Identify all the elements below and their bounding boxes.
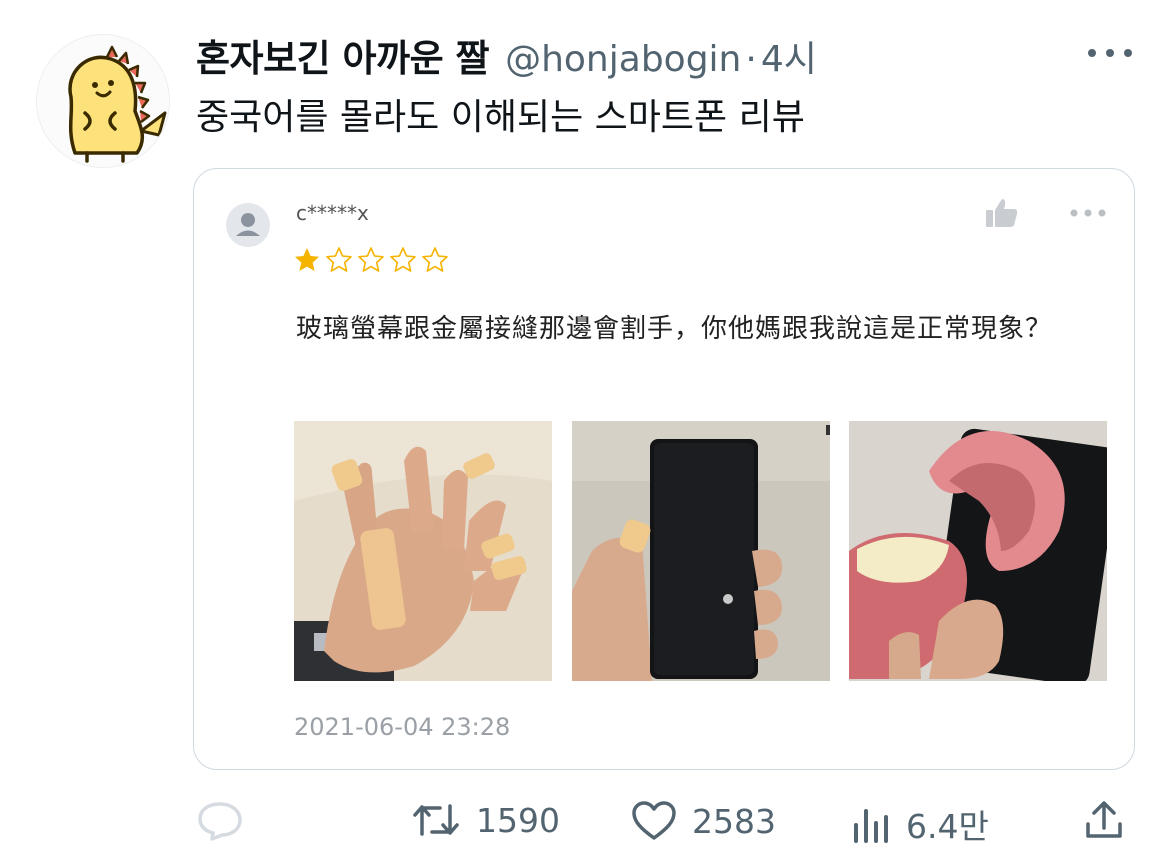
star-empty-icon — [422, 247, 448, 272]
like-icon — [632, 801, 676, 840]
tweet-text: 중국어를 몰라도 이해되는 스마트폰 리뷰 — [196, 97, 805, 138]
thumbs-up-icon — [986, 199, 1018, 227]
display-name[interactable]: 혼자보긴 아까운 짤 — [196, 28, 490, 82]
thumbs-up-button — [984, 197, 1020, 229]
star-empty-icon — [326, 247, 352, 272]
star-empty-icon — [358, 247, 384, 272]
review-text: 玻璃螢幕跟金屬接縫那邊會割手，你他媽跟我說這是正常現象？ — [296, 314, 1053, 344]
separator-dot: · — [745, 39, 757, 80]
tweet-action-bar: 1590 2583 6.4만 — [0, 790, 1170, 850]
user-silhouette-icon — [236, 213, 260, 236]
like-button[interactable]: 2583 — [630, 800, 776, 842]
apple-sliced-by-phone-photo — [849, 421, 1107, 681]
star-rating — [292, 245, 450, 275]
more-options-button[interactable] — [1082, 38, 1142, 68]
views-button[interactable]: 6.4만 — [850, 800, 989, 848]
hand-holding-phone-photo — [572, 421, 830, 681]
more-icon — [1070, 209, 1106, 217]
retweet-button[interactable]: 1590 — [410, 800, 560, 840]
like-count: 2583 — [692, 801, 776, 841]
retweet-count: 1590 — [476, 800, 560, 840]
more-icon — [1088, 49, 1132, 57]
dinosaur-avatar-icon — [37, 35, 169, 167]
retweet-icon — [413, 804, 459, 836]
tweet-header: 혼자보긴 아까운 짤 @honjabogin · 4시 — [196, 28, 817, 82]
reply-icon — [198, 802, 242, 841]
hand-with-bandages-photo — [294, 421, 552, 681]
share-icon — [1086, 801, 1122, 838]
view-count: 6.4만 — [906, 807, 989, 846]
tweet-media-card[interactable]: c*****x 玻璃螢幕跟金屬接縫那邊會割手，你他媽跟我說這是正常現象？ 202… — [193, 168, 1135, 770]
review-date: 2021-06-04 23:28 — [294, 713, 511, 741]
share-button[interactable] — [1082, 798, 1126, 842]
review-more-button — [1066, 203, 1110, 223]
reply-button[interactable] — [196, 798, 258, 842]
views-icon — [854, 809, 888, 843]
avatar[interactable] — [36, 34, 170, 168]
reviewer-username: c*****x — [296, 201, 369, 225]
timestamp[interactable]: 4시 — [761, 30, 817, 82]
star-empty-icon — [390, 247, 416, 272]
user-handle[interactable]: @honjabogin — [505, 39, 741, 80]
reviewer-avatar — [226, 203, 270, 247]
star-filled-icon — [295, 248, 319, 271]
